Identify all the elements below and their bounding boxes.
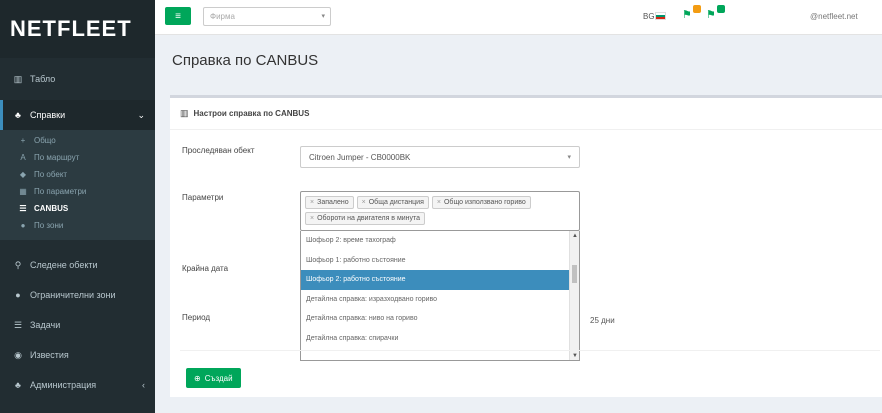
submenu-item-label: CANBUS [34,204,69,213]
parameters-multiselect[interactable]: × Запалено × Обща дистанция × Общо използва… [300,191,580,231]
dropdown-option[interactable]: Детайлна справка: изразходвано гориво [301,290,579,310]
submenu-item-object[interactable]: ◆ По обект [0,166,155,183]
tracked-object-value: Citroen Jumper - CB0000BK [309,153,411,162]
sidebar-item-reports[interactable]: ♣ Справки ⌄ [0,100,155,130]
plus-circle-icon: ⊕ [194,373,201,383]
pin-icon: ◆ [19,170,27,179]
chip-label: Запалено [317,199,349,206]
submenu-item-label: Общо [34,136,56,145]
notifications-icon[interactable]: ⚑ [682,5,701,22]
reports-submenu: + Общо A По маршрут ◆ По обект ▦ По пара… [0,130,155,240]
param-chip[interactable]: × Общо използвано гориво [431,196,531,209]
brand-logo[interactable]: NETFLEET [0,0,155,58]
sidebar-item-label: Администрация [30,380,97,390]
users-icon: ♣ [15,380,21,390]
list-icon: ☰ [19,204,27,213]
company-select[interactable]: Фирма ▾ [203,7,331,26]
submenu-item-canbus[interactable]: ☰ CANBUS [0,200,155,217]
sidebar-item-label: Следене обекти [30,260,98,270]
table-icon: ▦ [19,187,27,196]
dropdown-option[interactable]: Шофьор 1: работно състояние [301,251,579,271]
chevron-down-icon: ⌄ [137,109,145,120]
messages-icon[interactable]: ⚑ [706,5,725,22]
submenu-item-general[interactable]: + Общо [0,132,155,149]
sidebar-item-admin[interactable]: ♣ Администрация ‹ [0,370,155,400]
end-date-label: Крайна дата [182,264,229,273]
sidebar-item-label: Задачи [30,320,61,330]
sidebar-toggle-button[interactable]: ≡ [165,7,191,25]
bell-icon: ◉ [14,349,22,360]
submenu-item-label: По зони [34,221,64,230]
dropdown-option-highlighted[interactable]: Шофьор 2: работно състояние [301,270,579,290]
chart-icon: ▥ [180,108,189,118]
page-title: Справка по CANBUS [172,52,319,69]
chip-label: Обороти на двигателя в минута [317,215,421,222]
sidebar-item-tasks[interactable]: ☰ Задачи [0,310,155,340]
dot-icon: ● [20,221,26,230]
remove-icon[interactable]: × [362,199,366,206]
scroll-up-icon[interactable]: ▲ [572,233,578,239]
parameters-label: Параметри [182,193,224,202]
box-header: ▥ Настрои справка по CANBUS [170,98,882,130]
chip-label: Обща дистанция [368,199,424,206]
language-label[interactable]: BG [643,12,655,21]
road-icon: A [20,153,26,162]
submenu-item-zones[interactable]: ● По зони [0,217,155,234]
tracked-object-select[interactable]: Citroen Jumper - CB0000BK ▾ [300,146,580,168]
period-label: Период [182,313,211,322]
sidebar-item-geofences[interactable]: ● Ограничителни зони [0,280,155,310]
scroll-down-icon[interactable]: ▼ [572,353,578,359]
param-chip[interactable]: × Обороти на двигателя в минута [305,212,426,225]
brand-name: NETFLEET [10,16,132,41]
dropdown-option[interactable]: Детайлна справка: ниво на гориво [301,309,579,329]
sidebar-item-dashboard[interactable]: ▥ Табло [0,64,155,94]
sidebar-item-tracking[interactable]: ⚲ Следене обекти [0,250,155,280]
dropdown-option[interactable]: Шофьор 2: време тахограф [301,231,579,251]
submenu-item-label: По маршрут [34,153,80,162]
sidebar-item-alerts[interactable]: ◉ Известия [0,340,155,370]
period-days: 25 дни [590,316,615,325]
chart-icon: ▥ [13,73,23,84]
list-icon: ☰ [13,319,23,330]
dropdown-scrollbar[interactable]: ▲ ▼ [569,231,579,360]
create-report-button[interactable]: ⊕ Създай [186,368,241,388]
report-settings-box: ▥ Настрои справка по CANBUS Проследяван … [170,95,882,397]
divider [180,350,880,351]
report-icon: ♣ [15,110,21,120]
dropdown-option[interactable]: Детайлна справка: спирачки [301,329,579,349]
param-chip[interactable]: × Обща дистанция [356,196,429,209]
submenu-item-parameters[interactable]: ▦ По параметри [0,183,155,200]
bulgarian-flag-icon[interactable] [655,12,666,20]
box-title: Настрои справка по CANBUS [193,109,310,118]
chevron-down-icon: ▾ [567,154,571,161]
remove-icon[interactable]: × [310,215,314,222]
remove-icon[interactable]: × [437,199,441,206]
sidebar-item-label: Табло [30,74,56,84]
scrollbar-thumb[interactable] [572,265,577,283]
sidebar-item-label: Ограничителни зони [30,290,116,300]
remove-icon[interactable]: × [310,199,314,206]
location-icon: ⚲ [14,259,22,270]
chevron-left-icon: ‹ [142,380,145,390]
submenu-item-route[interactable]: A По маршрут [0,149,155,166]
user-account[interactable]: @netfleet.net [810,12,858,21]
menu-icon: ≡ [175,10,181,22]
company-select-placeholder: Фирма [210,12,235,21]
globe-icon: ● [15,290,21,300]
chevron-down-icon: ▾ [321,13,325,20]
sidebar-item-label: Известия [30,350,69,360]
tracked-object-label: Проследяван обект [182,146,255,155]
submenu-item-label: По параметри [34,187,87,196]
param-chip[interactable]: × Запалено [305,196,354,209]
chip-label: Общо използвано гориво [443,199,526,206]
submenu-item-label: По обект [34,170,68,179]
sidebar: NETFLEET ▥ Табло ♣ Справки ⌄ + Общо A По… [0,0,155,413]
parameters-dropdown: Шофьор 2: време тахограф Шофьор 1: работ… [300,231,580,361]
top-navbar: ≡ Фирма ▾ BG ⚑ ⚑ @netfleet.net [155,0,882,35]
create-button-label: Създай [204,373,233,383]
sidebar-item-label: Справки [30,110,66,120]
plus-icon: + [20,136,26,145]
